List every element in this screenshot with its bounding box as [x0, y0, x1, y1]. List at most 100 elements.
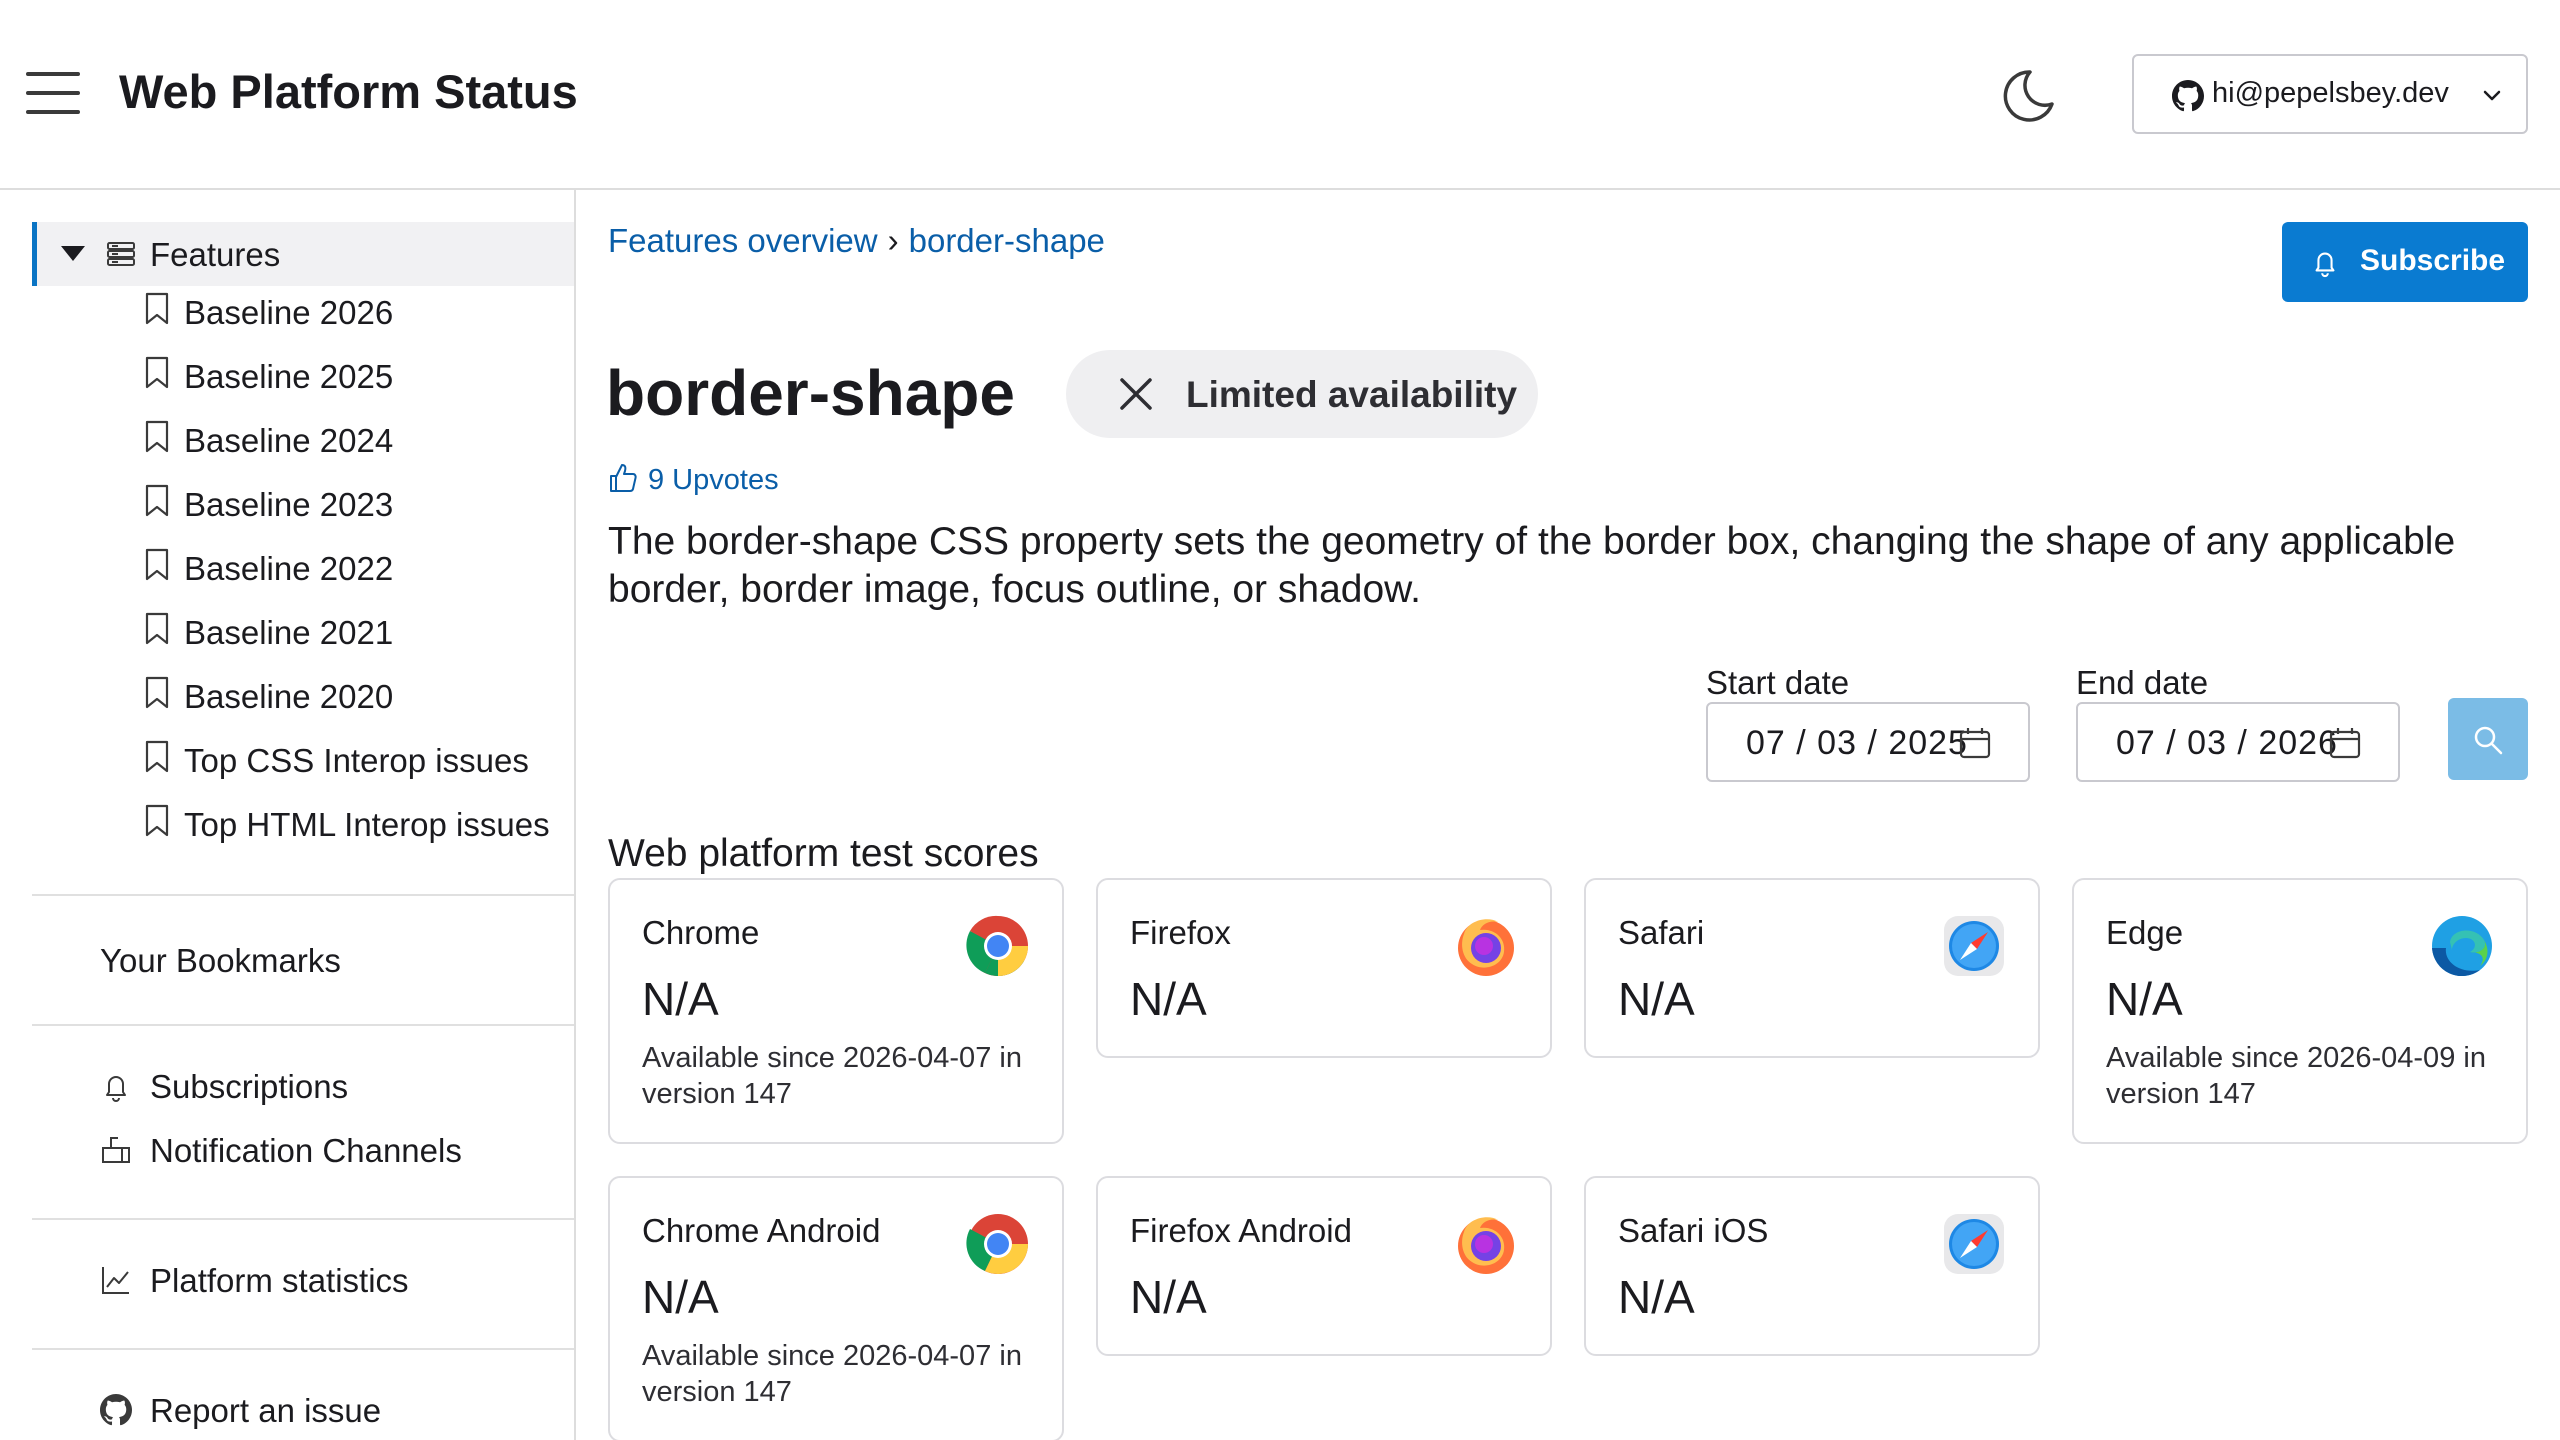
score-value: N/A: [2106, 973, 2183, 1025]
firefox-logo-icon: [1458, 919, 1514, 976]
bookmark-icon: [145, 676, 169, 709]
score-card-firefox-android[interactable]: Firefox Android N/A: [1096, 1176, 1552, 1356]
bookmark-icon: [145, 420, 169, 453]
account-menu-button[interactable]: hi@pepelsbey.dev: [2132, 54, 2528, 134]
sidebar: Features Baseline 2026 Baseline 2025 Bas…: [0, 190, 576, 1440]
sidebar-item-label: Baseline 2023: [184, 486, 394, 523]
github-icon: [100, 1394, 132, 1426]
date-search-button[interactable]: [2448, 698, 2528, 780]
browser-name: Edge: [2106, 914, 2184, 951]
sidebar-divider: [32, 1348, 574, 1350]
bookmark-icon: [145, 356, 169, 389]
list-icon: [107, 242, 135, 266]
sidebar-item-top-css-interop[interactable]: Top CSS Interop issues: [144, 736, 564, 792]
browser-name: Chrome: [642, 914, 760, 951]
edge-logo-icon: [2432, 916, 2492, 977]
availability-label: Limited availability: [1186, 374, 1518, 415]
bookmark-icon: [145, 292, 169, 325]
chrome-logo-icon: [966, 1214, 1028, 1274]
close-icon: [1120, 378, 1152, 410]
breadcrumb-current[interactable]: border-shape: [909, 222, 1105, 259]
sidebar-item-label: Baseline 2021: [184, 614, 394, 651]
upvotes-label: 9 Upvotes: [648, 464, 779, 496]
calendar-icon[interactable]: [1958, 726, 1992, 760]
score-value: N/A: [1618, 973, 1695, 1025]
score-card-firefox[interactable]: Firefox N/A: [1096, 878, 1552, 1058]
browser-name: Chrome Android: [642, 1212, 881, 1249]
sidebar-item-label: Baseline 2024: [184, 422, 394, 459]
bookmark-icon: [145, 804, 169, 837]
bookmark-icon: [145, 740, 169, 773]
start-date-value: 07 / 03 / 2025: [1746, 724, 1968, 762]
firefox-logo-icon: [1458, 1217, 1514, 1274]
availability-since: Available since 2026-04-07 in version 14…: [642, 1042, 1022, 1110]
sidebar-item-baseline-2023[interactable]: Baseline 2023: [144, 480, 564, 536]
score-card-safari[interactable]: Safari N/A: [1584, 878, 2040, 1058]
subscribe-button[interactable]: Subscribe: [2282, 222, 2528, 302]
availability-badge: Limited availability: [1066, 350, 1538, 438]
score-card-safari-ios[interactable]: Safari iOS N/A: [1584, 1176, 2040, 1356]
sidebar-item-label: Baseline 2026: [184, 294, 394, 331]
browser-name: Safari: [1618, 914, 1705, 951]
sidebar-item-label: Features: [150, 236, 281, 273]
sidebar-item-baseline-2020[interactable]: Baseline 2020: [144, 672, 564, 728]
score-value: N/A: [642, 1271, 719, 1323]
score-card-edge[interactable]: Edge N/A Available since 2026-04-09 in v…: [2072, 878, 2528, 1144]
score-value: N/A: [1130, 1271, 1207, 1323]
browser-name: Safari iOS: [1618, 1212, 1769, 1249]
moon-icon[interactable]: [1996, 66, 2056, 126]
score-value: N/A: [1130, 973, 1207, 1025]
browser-name: Firefox: [1130, 914, 1231, 951]
sidebar-item-platform-statistics[interactable]: Platform statistics: [150, 1262, 409, 1300]
app-header: Web Platform Status hi@pepelsbey.dev: [0, 0, 2560, 190]
breadcrumb-link-features-overview[interactable]: Features overview: [608, 222, 878, 259]
mailbox-icon: [102, 1137, 130, 1163]
sidebar-item-features[interactable]: Features: [32, 222, 574, 286]
sidebar-item-notification-channels[interactable]: Notification Channels: [150, 1132, 462, 1170]
score-card-chrome[interactable]: Chrome N/A Available since 2026-04-07 in…: [608, 878, 1064, 1144]
bookmark-icon: [145, 548, 169, 581]
safari-logo-icon: [1944, 1214, 2004, 1274]
bell-icon: [106, 1076, 126, 1102]
sidebar-item-baseline-2024[interactable]: Baseline 2024: [144, 416, 564, 472]
sidebar-item-label: Baseline 2025: [184, 358, 394, 395]
safari-logo-icon: [1944, 916, 2004, 976]
sidebar-item-label: Top CSS Interop issues: [184, 742, 529, 779]
breadcrumb: Features overview › border-shape: [608, 222, 1105, 260]
sidebar-item-top-html-interop[interactable]: Top HTML Interop issues: [144, 800, 564, 856]
chrome-logo-icon: [966, 915, 1028, 976]
sidebar-divider: [32, 1218, 574, 1220]
hamburger-menu-icon[interactable]: [26, 70, 82, 116]
sidebar-item-baseline-2026[interactable]: Baseline 2026: [144, 288, 564, 344]
score-value: N/A: [642, 973, 719, 1025]
test-scores-title: Web platform test scores: [608, 832, 1039, 875]
start-date-input[interactable]: 07 / 03 / 2025: [1706, 702, 2030, 782]
chevron-down-icon: [2483, 90, 2501, 101]
sidebar-item-label: Baseline 2020: [184, 678, 394, 715]
end-date-input[interactable]: 07 / 03 / 2026: [2076, 702, 2400, 782]
calendar-icon[interactable]: [2328, 726, 2362, 760]
sidebar-divider: [32, 894, 574, 896]
start-date-label: Start date: [1706, 664, 1850, 701]
sidebar-item-bookmarks[interactable]: Your Bookmarks: [100, 942, 341, 980]
score-card-chrome-android[interactable]: Chrome Android N/A Available since 2026-…: [608, 1176, 1064, 1440]
bell-icon: [2315, 252, 2335, 278]
breadcrumb-separator: ›: [887, 222, 899, 259]
availability-since: Available since 2026-04-07 in version 14…: [642, 1340, 1022, 1408]
sidebar-item-subscriptions[interactable]: Subscriptions: [150, 1068, 348, 1106]
caret-down-icon[interactable]: [61, 246, 85, 261]
search-icon: [2474, 726, 2503, 755]
subscribe-label: Subscribe: [2360, 244, 2506, 277]
bookmark-icon: [145, 484, 169, 517]
sidebar-item-baseline-2025[interactable]: Baseline 2025: [144, 352, 564, 408]
sidebar-item-baseline-2021[interactable]: Baseline 2021: [144, 608, 564, 664]
github-icon: [2172, 80, 2204, 112]
sidebar-item-report-issue[interactable]: Report an issue: [150, 1392, 381, 1430]
app-title[interactable]: Web Platform Status: [119, 64, 578, 119]
availability-since: Available since 2026-04-09 in version 14…: [2106, 1042, 2486, 1110]
end-date-value: 07 / 03 / 2026: [2116, 724, 2338, 762]
line-chart-icon: [102, 1267, 129, 1294]
bookmark-icon: [145, 612, 169, 645]
sidebar-item-baseline-2022[interactable]: Baseline 2022: [144, 544, 564, 600]
sidebar-item-label: Baseline 2022: [184, 550, 394, 587]
